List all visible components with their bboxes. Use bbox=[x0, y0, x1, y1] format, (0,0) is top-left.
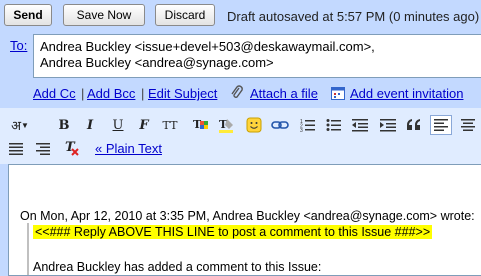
formatting-toolbar: अ ▼ B I U F TT T T 123 T « Plain Text bbox=[0, 108, 481, 164]
italic-button[interactable]: I bbox=[80, 116, 100, 134]
bulleted-list-icon[interactable] bbox=[324, 116, 344, 134]
quote-icon[interactable] bbox=[404, 116, 424, 134]
add-bcc-link[interactable]: Add Bcc bbox=[87, 86, 135, 101]
align-justify-icon[interactable] bbox=[6, 140, 26, 158]
indent-less-icon[interactable] bbox=[350, 116, 370, 134]
to-field[interactable]: Andrea Buckley <issue+devel+503@deskaway… bbox=[33, 34, 481, 78]
send-button[interactable]: Send bbox=[4, 4, 52, 26]
font-size-button[interactable]: TT bbox=[160, 116, 180, 134]
message-body[interactable]: On Mon, Apr 12, 2010 at 3:35 PM, Andrea … bbox=[8, 164, 481, 276]
comment-notice: Andrea Buckley has added a comment to th… bbox=[33, 260, 322, 274]
recipient-1: Andrea Buckley <issue+devel+503@deskaway… bbox=[40, 39, 375, 54]
numbered-list-icon[interactable]: 123 bbox=[298, 116, 318, 134]
attach-file-link[interactable]: Attach a file bbox=[250, 86, 318, 101]
plain-text-link[interactable]: « Plain Text bbox=[95, 141, 162, 156]
align-left-icon[interactable] bbox=[430, 115, 452, 135]
recipient-2: Andrea Buckley <andrea@synage.com> bbox=[40, 55, 274, 70]
draft-status: Draft autosaved at 5:57 PM (0 minutes ag… bbox=[227, 9, 480, 24]
add-cc-link[interactable]: Add Cc bbox=[33, 86, 76, 101]
save-now-button[interactable]: Save Now bbox=[63, 4, 145, 26]
edit-subject-link[interactable]: Edit Subject bbox=[148, 86, 217, 101]
underline-button[interactable]: U bbox=[108, 116, 128, 134]
indent-more-icon[interactable] bbox=[378, 116, 398, 134]
align-right-icon[interactable] bbox=[33, 140, 53, 158]
highlight-icon[interactable]: T bbox=[216, 116, 236, 134]
link-icon[interactable] bbox=[270, 116, 290, 134]
discard-button[interactable]: Discard bbox=[155, 4, 215, 26]
calendar-icon[interactable] bbox=[331, 86, 345, 100]
quote-header: On Mon, Apr 12, 2010 at 3:35 PM, Andrea … bbox=[20, 209, 475, 223]
bold-button[interactable]: B bbox=[54, 116, 74, 134]
quote-bar bbox=[27, 223, 29, 275]
add-event-invitation-link[interactable]: Add event invitation bbox=[350, 86, 463, 101]
text-color-icon[interactable]: T bbox=[190, 116, 210, 134]
emoji-icon[interactable] bbox=[244, 116, 264, 134]
reply-above-line: <<### Reply ABOVE THIS LINE to post a co… bbox=[33, 225, 433, 239]
language-icon[interactable]: अ ▼ bbox=[6, 116, 34, 134]
remove-formatting-icon[interactable]: T bbox=[62, 139, 82, 157]
to-label[interactable]: To: bbox=[10, 38, 27, 53]
align-center-icon[interactable] bbox=[460, 116, 481, 134]
paperclip-icon[interactable] bbox=[230, 85, 244, 101]
font-button[interactable]: F bbox=[134, 116, 154, 134]
separator: | bbox=[81, 86, 85, 101]
svg-text:3: 3 bbox=[300, 128, 303, 132]
separator: | bbox=[141, 86, 145, 101]
language-glyph: अ bbox=[11, 118, 21, 133]
